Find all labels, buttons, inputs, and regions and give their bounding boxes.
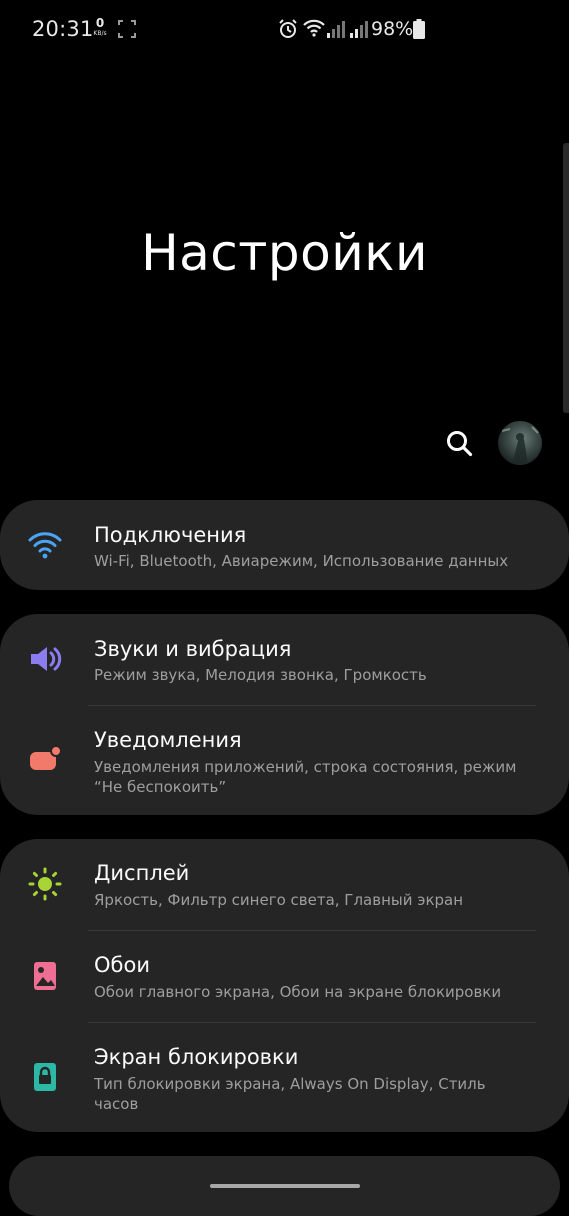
alarm-icon bbox=[278, 19, 298, 43]
wallpaper-icon bbox=[27, 958, 63, 994]
settings-item-connections[interactable]: Подключения Wi-Fi, Bluetooth, Авиарежим,… bbox=[0, 500, 569, 590]
item-title: Экран блокировки bbox=[94, 1045, 299, 1069]
battery-icon bbox=[413, 19, 425, 43]
item-title: Подключения bbox=[94, 523, 247, 547]
brightness-icon bbox=[27, 866, 63, 902]
home-indicator[interactable] bbox=[210, 1184, 360, 1188]
settings-group-connections: Подключения Wi-Fi, Bluetooth, Авиарежим,… bbox=[0, 500, 569, 590]
network-speed-value: 0 bbox=[95, 16, 105, 30]
scroll-indicator[interactable] bbox=[563, 143, 569, 413]
item-subtitle: Уведомления приложений, строка состояния… bbox=[94, 758, 517, 796]
settings-group-display: Дисплей Яркость, Фильтр синего света, Гл… bbox=[0, 839, 569, 1132]
search-icon[interactable] bbox=[441, 425, 479, 463]
page-title: Настройки bbox=[141, 224, 428, 282]
settings-item-notifications[interactable]: Уведомления Уведомления приложений, стро… bbox=[0, 706, 569, 815]
network-speed-unit: KB/s bbox=[93, 30, 107, 37]
item-subtitle: Режим звука, Мелодия звонка, Громкость bbox=[94, 666, 427, 684]
signal-icon bbox=[326, 19, 346, 43]
signal-icon bbox=[349, 19, 369, 43]
settings-item-sounds[interactable]: Звуки и вибрация Режим звука, Мелодия зв… bbox=[0, 614, 569, 705]
settings-group-sound-notifications: Звуки и вибрация Режим звука, Мелодия зв… bbox=[0, 614, 569, 815]
screenshot-icon bbox=[118, 20, 136, 42]
item-title: Звуки и вибрация bbox=[94, 637, 292, 661]
wifi-icon bbox=[27, 527, 63, 563]
notification-icon bbox=[27, 742, 63, 778]
item-subtitle: Тип блокировки экрана, Always On Display… bbox=[94, 1075, 486, 1113]
item-title: Дисплей bbox=[94, 861, 190, 885]
item-subtitle: Обои главного экрана, Обои на экране бло… bbox=[94, 983, 502, 1001]
user-avatar[interactable] bbox=[498, 421, 542, 465]
item-title: Обои bbox=[94, 953, 150, 977]
item-subtitle: Wi-Fi, Bluetooth, Авиарежим, Использован… bbox=[94, 552, 509, 570]
item-title: Уведомления bbox=[94, 728, 242, 752]
settings-item-wallpaper[interactable]: Обои Обои главного экрана, Обои на экран… bbox=[0, 931, 569, 1022]
settings-item-lock-screen[interactable]: Экран блокировки Тип блокировки экрана, … bbox=[0, 1023, 569, 1132]
status-time: 20:31 bbox=[32, 17, 94, 41]
battery-percent: 98% bbox=[371, 18, 414, 40]
volume-icon bbox=[27, 641, 63, 677]
item-subtitle: Яркость, Фильтр синего света, Главный эк… bbox=[94, 891, 464, 909]
status-bar: 20:31 0 KB/s 98% bbox=[0, 0, 569, 60]
lock-icon bbox=[27, 1059, 63, 1095]
settings-item-display[interactable]: Дисплей Яркость, Фильтр синего света, Гл… bbox=[0, 839, 569, 930]
network-speed: 0 KB/s bbox=[89, 17, 111, 37]
wifi-status-icon bbox=[302, 18, 326, 42]
